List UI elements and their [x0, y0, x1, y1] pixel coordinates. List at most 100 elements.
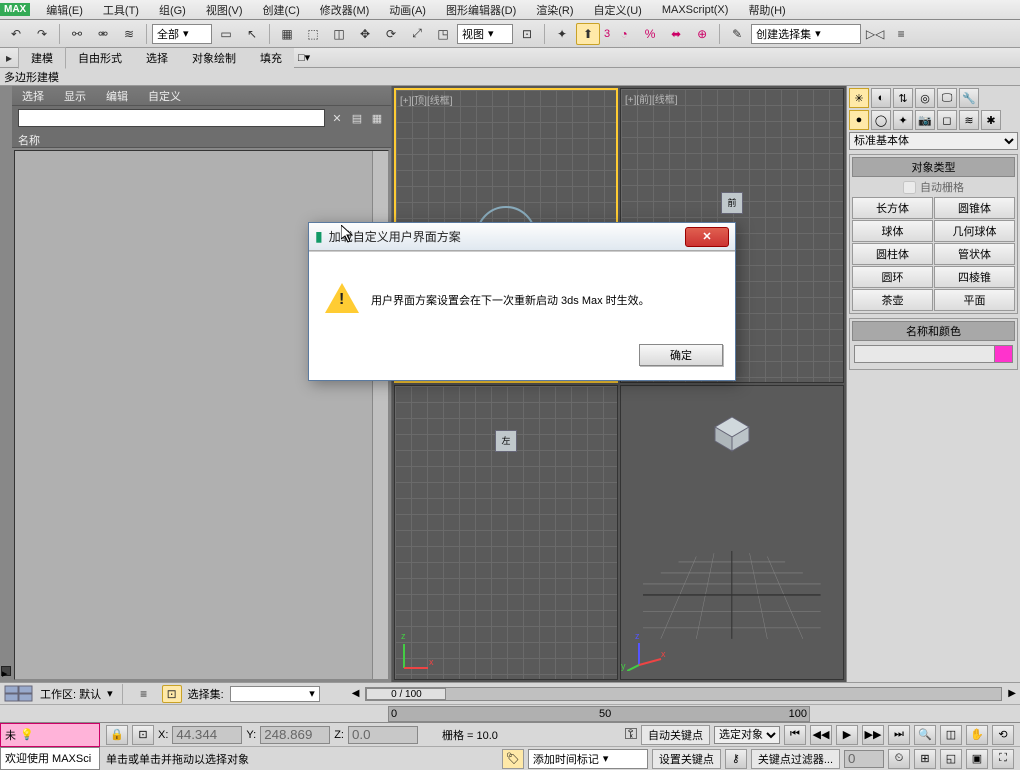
helpers-icon[interactable]: ◻ [937, 110, 957, 130]
menu-tools[interactable]: 工具(T) [93, 0, 149, 20]
viewcube-persp[interactable] [713, 415, 751, 453]
menu-render[interactable]: 渲染(R) [526, 0, 583, 20]
move-button[interactable]: ✥ [353, 23, 377, 45]
time-slider[interactable]: 0 / 100 [365, 687, 1002, 701]
filter-toggle-icon[interactable]: ▤ [349, 110, 365, 126]
menu-help[interactable]: 帮助(H) [738, 0, 795, 20]
viewcube[interactable]: 上 [476, 206, 536, 266]
display-tab-icon[interactable]: 🖵 [937, 88, 957, 108]
tab-freeform[interactable]: 自由形式 [66, 48, 134, 68]
sphere-button[interactable]: 球体 [852, 220, 933, 242]
select-cursor-button[interactable]: ↖ [240, 23, 264, 45]
prev-frame-icon[interactable]: ◀◀ [810, 725, 832, 745]
viewport-layout-icon[interactable] [4, 685, 34, 703]
nav-zoomall-icon[interactable]: ⊞ [914, 749, 936, 769]
selset-icon1[interactable]: ≡ [132, 683, 156, 705]
pyramid-button[interactable]: 四棱锥 [934, 266, 1015, 288]
menu-graph-editors[interactable]: 图形编辑器(D) [436, 0, 526, 20]
slider-play-icon[interactable]: ▸ [1, 666, 11, 676]
reference-coord-dropdown[interactable]: 视图▾ [457, 24, 513, 44]
named-sel-button[interactable]: ✎ [725, 23, 749, 45]
z-field[interactable] [348, 726, 418, 744]
create-tab-icon[interactable]: ✳ [849, 88, 869, 108]
cone-button[interactable]: 圆锥体 [934, 197, 1015, 219]
lock-icon[interactable]: 🔒 [106, 725, 128, 745]
time-ruler[interactable]: 0 50 100 [388, 706, 810, 722]
select-rect-button[interactable]: ⬚ [301, 23, 325, 45]
next-frame-icon[interactable]: ▶▶ [862, 725, 884, 745]
goto-end-icon[interactable]: ⏭ [888, 725, 910, 745]
spinner-snap-button[interactable]: ⬌ [664, 23, 688, 45]
search-input[interactable] [18, 109, 325, 127]
nav-region-icon[interactable]: ▣ [966, 749, 988, 769]
viewport-perspective[interactable]: z x y [620, 385, 844, 680]
place-button[interactable]: ◳ [431, 23, 455, 45]
set-key-button[interactable]: 设置关键点 [652, 749, 721, 769]
vp-label-front[interactable]: [+][前][线框] [625, 91, 678, 106]
lp-tab-custom[interactable]: 自定义 [138, 86, 191, 106]
current-frame-field[interactable] [844, 750, 884, 768]
y-field[interactable] [260, 726, 330, 744]
filter-clear-icon[interactable]: ✕ [329, 110, 345, 126]
isolate-icon[interactable]: ⊡ [132, 725, 154, 745]
time-tag-icon[interactable]: 🏷 [502, 749, 524, 769]
manipulate-button[interactable]: ✦ [550, 23, 574, 45]
cylinder-button[interactable]: 圆柱体 [852, 243, 933, 265]
key-mode-icon[interactable]: ⚿ [625, 726, 637, 744]
unlink-button[interactable]: ⚮ [91, 23, 115, 45]
tab-selection[interactable]: 选择 [134, 48, 180, 68]
workspace-dropdown-icon[interactable]: ▾ [107, 687, 113, 700]
menu-group[interactable]: 组(G) [149, 0, 196, 20]
teapot-button[interactable]: 茶壶 [852, 289, 933, 311]
time-slider-thumb[interactable]: 0 / 100 [366, 688, 446, 700]
nav-max-icon[interactable]: ⛶ [992, 749, 1014, 769]
menu-edit[interactable]: 编辑(E) [36, 0, 93, 20]
lp-tab-edit[interactable]: 编辑 [96, 86, 138, 106]
selection-filter-dropdown[interactable]: 全部▾ [152, 24, 212, 44]
percent-snap-button[interactable]: % [638, 23, 662, 45]
tab-dropdown-icon[interactable]: □▾ [298, 51, 310, 64]
x-field[interactable] [172, 726, 242, 744]
timeline-prev-icon[interactable]: ◀ [352, 688, 360, 699]
primitive-type-dropdown[interactable]: 标准基本体 [849, 132, 1018, 150]
column-header-name[interactable]: 名称 [12, 130, 391, 148]
bind-button[interactable]: ≋ [117, 23, 141, 45]
viewport-front[interactable]: [+][前][线框] 前 [620, 88, 844, 383]
timeline-next-icon[interactable]: ▶ [1008, 688, 1016, 699]
nav-zoomext-icon[interactable]: ◱ [940, 749, 962, 769]
auto-grid-checkbox[interactable]: 自动栅格 [852, 177, 1015, 197]
selection-set-dropdown[interactable]: ▾ [230, 686, 320, 702]
plane-button[interactable]: 平面 [934, 289, 1015, 311]
nav-zoom-icon[interactable]: 🔍 [914, 725, 936, 745]
lp-tab-display[interactable]: 显示 [54, 86, 96, 106]
named-selection-dropdown[interactable]: 创建选择集▾ [751, 24, 861, 44]
shelf-minimize-icon[interactable]: ▸ [0, 50, 18, 66]
select-region-button[interactable]: ◫ [327, 23, 351, 45]
menu-modifiers[interactable]: 修改器(M) [310, 0, 380, 20]
object-color-swatch[interactable] [854, 345, 1013, 363]
viewport-top[interactable]: [+][顶][线框] 上 [394, 88, 618, 383]
menu-create[interactable]: 创建(C) [253, 0, 310, 20]
lp-tab-select[interactable]: 选择 [12, 86, 54, 106]
auto-key-button[interactable]: 自动关键点 [641, 725, 710, 745]
utilities-tab-icon[interactable]: 🔧 [959, 88, 979, 108]
hierarchy-tab-icon[interactable]: ⇅ [893, 88, 913, 108]
selset-icon2[interactable]: ⊡ [162, 685, 182, 703]
torus-button[interactable]: 圆环 [852, 266, 933, 288]
play-icon[interactable]: ▶ [836, 725, 858, 745]
key-target-dropdown[interactable]: 选定对象 [714, 726, 780, 744]
geometry-icon[interactable]: ● [849, 110, 869, 130]
redo-button[interactable]: ↷ [30, 23, 54, 45]
geosphere-button[interactable]: 几何球体 [934, 220, 1015, 242]
menu-customize[interactable]: 自定义(U) [584, 0, 652, 20]
systems-icon[interactable]: ✱ [981, 110, 1001, 130]
mirror-button[interactable]: ▷◁ [863, 23, 887, 45]
shapes-icon[interactable]: ◯ [871, 110, 891, 130]
box-button[interactable]: 长方体 [852, 197, 933, 219]
select-button[interactable]: ▭ [214, 23, 238, 45]
select-name-button[interactable]: ▦ [275, 23, 299, 45]
tube-button[interactable]: 管状体 [934, 243, 1015, 265]
vp-label-top[interactable]: [+][顶][线框] [400, 92, 453, 107]
undo-button[interactable]: ↶ [4, 23, 28, 45]
motion-tab-icon[interactable]: ◎ [915, 88, 935, 108]
